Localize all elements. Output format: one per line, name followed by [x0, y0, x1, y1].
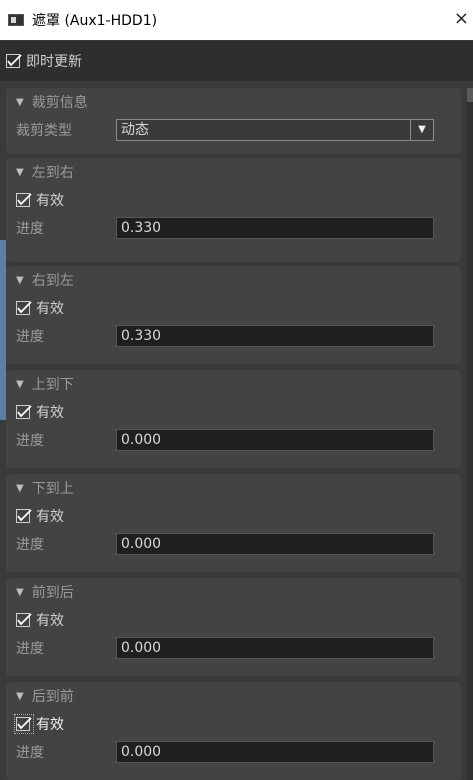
- checkmark-icon: [16, 612, 32, 628]
- progress-row: 进度 0.000: [6, 738, 461, 766]
- section-bottom-to-top: ▼ 下到上 有效 进度 0.000: [6, 474, 461, 572]
- section-front-to-back: ▼ 前到后 有效 进度 0.000: [6, 578, 461, 676]
- close-icon[interactable]: ×: [454, 8, 469, 29]
- section-title: 左到右: [31, 165, 74, 181]
- progress-row: 进度 0.000: [6, 426, 461, 454]
- section-header[interactable]: ▼ 右到左: [6, 266, 461, 294]
- triangle-down-icon: ▼: [16, 166, 24, 178]
- triangle-down-icon: ▼: [16, 690, 24, 702]
- section-title: 后到前: [31, 689, 74, 705]
- triangle-down-icon: ▼: [16, 274, 24, 286]
- crop-type-value: 动态: [121, 122, 149, 138]
- section-header[interactable]: ▼ 后到前: [6, 682, 461, 710]
- checkmark-icon: [16, 404, 32, 420]
- checkmark-icon: [6, 53, 22, 69]
- progress-label: 进度: [16, 221, 44, 237]
- crop-info-title: 裁剪信息: [31, 95, 88, 111]
- progress-label: 进度: [16, 745, 44, 761]
- valid-label: 有效: [36, 405, 64, 421]
- checkmark-icon: [16, 192, 32, 208]
- progress-label: 进度: [16, 329, 44, 345]
- valid-label: 有效: [36, 509, 64, 525]
- section-header[interactable]: ▼ 下到上: [6, 474, 461, 502]
- section-header[interactable]: ▼ 左到右: [6, 158, 461, 186]
- scrollbar[interactable]: [467, 88, 473, 780]
- progress-row: 进度 0.000: [6, 530, 461, 558]
- section-top-to-bottom: ▼ 上到下 有效 进度 0.000: [6, 370, 461, 468]
- valid-checkbox[interactable]: 有效: [6, 502, 461, 530]
- section-left-to-right: ▼ 左到右 有效 进度 0.330: [6, 158, 461, 262]
- app-icon: [8, 14, 24, 26]
- checkmark-icon: [14, 714, 34, 734]
- progress-row: 进度 0.330: [6, 214, 461, 242]
- progress-input[interactable]: 0.000: [116, 637, 434, 659]
- crop-type-row: 裁剪类型 动态 ▼: [6, 116, 461, 144]
- progress-label: 进度: [16, 641, 44, 657]
- crop-info-header[interactable]: ▼ 裁剪信息: [6, 88, 461, 116]
- crop-info-panel: ▼ 裁剪信息 裁剪类型 动态 ▼: [6, 88, 461, 154]
- valid-checkbox[interactable]: 有效: [6, 186, 461, 214]
- progress-input[interactable]: 0.330: [116, 325, 434, 347]
- progress-input[interactable]: 0.330: [116, 217, 434, 239]
- progress-label: 进度: [16, 537, 44, 553]
- valid-label: 有效: [36, 193, 64, 209]
- title-bar: 遮罩 (Aux1-HDD1) ×: [0, 0, 473, 40]
- valid-label: 有效: [36, 717, 64, 733]
- valid-label: 有效: [36, 613, 64, 629]
- checkmark-icon: [16, 508, 32, 524]
- valid-label: 有效: [36, 301, 64, 317]
- triangle-down-icon: ▼: [16, 378, 24, 390]
- section-title: 右到左: [31, 273, 74, 289]
- realtime-update-checkbox[interactable]: 即时更新: [0, 41, 473, 81]
- crop-type-label: 裁剪类型: [16, 123, 72, 139]
- section-right-to-left: ▼ 右到左 有效 进度 0.330: [6, 266, 461, 364]
- progress-label: 进度: [16, 433, 44, 449]
- progress-row: 进度 0.000: [6, 634, 461, 662]
- progress-input[interactable]: 0.000: [116, 741, 434, 763]
- section-header[interactable]: ▼ 上到下: [6, 370, 461, 398]
- valid-checkbox[interactable]: 有效: [6, 710, 461, 738]
- section-back-to-front: ▼ 后到前 有效 进度 0.000: [6, 682, 461, 780]
- section-header[interactable]: ▼ 前到后: [6, 578, 461, 606]
- triangle-down-icon: ▼: [16, 96, 24, 108]
- valid-checkbox[interactable]: 有效: [6, 294, 461, 322]
- progress-input[interactable]: 0.000: [116, 533, 434, 555]
- section-title: 上到下: [31, 377, 74, 393]
- progress-row: 进度 0.330: [6, 322, 461, 350]
- valid-checkbox[interactable]: 有效: [6, 606, 461, 634]
- window-title: 遮罩 (Aux1-HDD1): [32, 13, 158, 29]
- scroll-up-arrow[interactable]: [467, 88, 473, 102]
- checkmark-icon: [16, 300, 32, 316]
- triangle-down-icon: ▼: [16, 482, 24, 494]
- dropdown-arrow-icon[interactable]: ▼: [410, 120, 433, 140]
- valid-checkbox[interactable]: 有效: [6, 398, 461, 426]
- crop-type-select[interactable]: 动态 ▼: [116, 119, 434, 141]
- section-title: 前到后: [31, 585, 74, 601]
- realtime-label: 即时更新: [26, 54, 82, 70]
- section-title: 下到上: [31, 481, 74, 497]
- triangle-down-icon: ▼: [16, 586, 24, 598]
- progress-input[interactable]: 0.000: [116, 429, 434, 451]
